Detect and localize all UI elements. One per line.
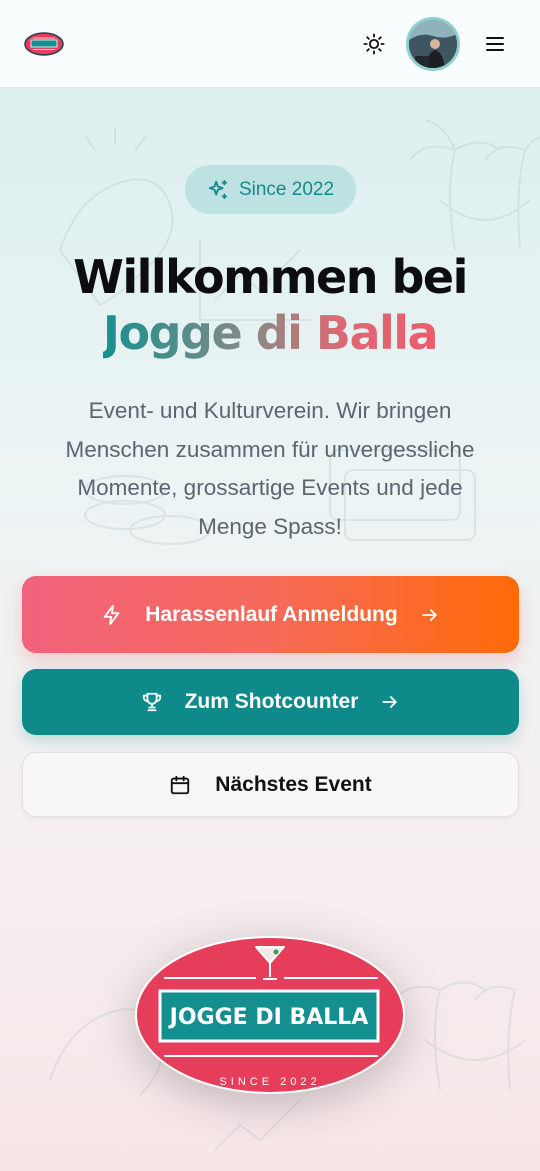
lightning-icon	[101, 604, 123, 626]
hero-title-line1: Willkommen bei	[73, 250, 468, 304]
calendar-icon	[169, 774, 191, 796]
trophy-icon	[141, 691, 163, 713]
club-logo-small[interactable]	[24, 32, 64, 56]
menu-button[interactable]	[482, 30, 508, 58]
arrow-right-icon	[380, 692, 400, 712]
sparkles-icon	[208, 179, 228, 199]
harassenlauf-signup-button[interactable]: Harassenlauf Anmeldung	[22, 576, 519, 653]
shotcounter-label: Zum Shotcounter	[184, 690, 359, 713]
since-badge: Since 2022	[185, 165, 356, 214]
hero-description: Event- und Kulturverein. Wir bringen Men…	[65, 398, 475, 539]
logo-wordmark: JOGGE DI BALLA	[168, 1005, 369, 1030]
hero-title-line2: Jogge di Balla	[0, 306, 540, 360]
sun-icon	[363, 33, 385, 55]
user-avatar[interactable]	[406, 17, 460, 71]
hamburger-menu-icon	[486, 37, 504, 51]
arrow-right-icon	[420, 605, 440, 625]
top-app-bar	[0, 0, 540, 88]
next-event-label: Nächstes Event	[215, 772, 372, 796]
next-event-button[interactable]: Nächstes Event	[22, 752, 519, 817]
club-logo-large: JOGGE DI BALLA SINCE 2022	[134, 935, 406, 1095]
since-badge-label: Since 2022	[238, 179, 335, 200]
theme-toggle-button[interactable]	[360, 30, 388, 58]
hero-title-brand: Jogge di Balla	[102, 306, 439, 360]
shotcounter-button[interactable]: Zum Shotcounter	[22, 669, 519, 735]
harassenlauf-signup-label: Harassenlauf Anmeldung	[145, 602, 398, 626]
logo-since: SINCE 2022	[219, 1076, 320, 1088]
